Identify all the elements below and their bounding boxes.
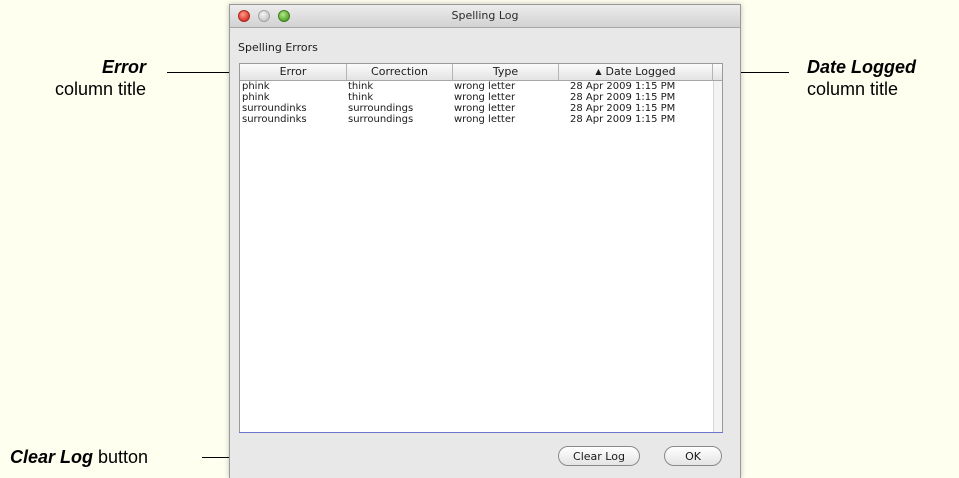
cell-type: wrong letter bbox=[454, 103, 516, 114]
table-row[interactable]: phink think wrong letter 28 Apr 2009 1:1… bbox=[240, 81, 722, 92]
sort-ascending-icon: ▲ bbox=[595, 67, 602, 76]
title-bar[interactable]: Spelling Log bbox=[230, 5, 740, 28]
cell-correction: surroundings bbox=[348, 114, 414, 125]
spelling-errors-table[interactable]: Error Correction Type ▲ Date Logged phink… bbox=[239, 63, 723, 433]
table-row[interactable]: surroundinks surroundings wrong letter 2… bbox=[240, 103, 722, 114]
column-header-date-logged-label: Date Logged bbox=[605, 65, 676, 78]
table-row[interactable]: surroundinks surroundings wrong letter 2… bbox=[240, 114, 722, 125]
cell-correction: think bbox=[348, 92, 374, 103]
table-header: Error Correction Type ▲ Date Logged bbox=[240, 64, 722, 81]
cell-correction: surroundings bbox=[348, 103, 414, 114]
cell-type: wrong letter bbox=[454, 81, 516, 92]
column-header-error[interactable]: Error bbox=[240, 64, 347, 80]
callout-error-title: Error bbox=[101, 57, 146, 77]
cell-correction: think bbox=[348, 81, 374, 92]
column-header-type[interactable]: Type bbox=[453, 64, 559, 80]
cell-date-logged: 28 Apr 2009 1:15 PM bbox=[570, 92, 676, 103]
column-header-correction[interactable]: Correction bbox=[347, 64, 453, 80]
callout-clear-log: Clear Log button bbox=[10, 446, 148, 468]
window-title: Spelling Log bbox=[451, 9, 519, 22]
cell-error: phink bbox=[242, 81, 270, 92]
cell-type: wrong letter bbox=[454, 114, 516, 125]
cell-error: surroundinks bbox=[242, 114, 307, 125]
spelling-log-window: Spelling Log Spelling Errors Error Corre… bbox=[229, 4, 741, 478]
callout-date-subtitle: column title bbox=[807, 79, 899, 99]
cell-date-logged: 28 Apr 2009 1:15 PM bbox=[570, 114, 676, 125]
column-header-date-logged[interactable]: ▲ Date Logged bbox=[559, 64, 713, 80]
callout-error-column: Error column title bbox=[24, 56, 146, 100]
callout-date-column: Date Logged column title bbox=[807, 56, 916, 100]
cell-error: surroundinks bbox=[242, 103, 307, 114]
callout-date-title: Date Logged bbox=[807, 57, 917, 77]
ok-button[interactable]: OK bbox=[664, 446, 722, 466]
spelling-errors-label: Spelling Errors bbox=[238, 41, 318, 54]
vertical-scrollbar[interactable] bbox=[713, 81, 722, 432]
callout-clear-title: Clear Log bbox=[10, 447, 94, 467]
table-body: phink think wrong letter 28 Apr 2009 1:1… bbox=[240, 81, 722, 125]
clear-log-button[interactable]: Clear Log bbox=[558, 446, 640, 466]
cell-type: wrong letter bbox=[454, 92, 516, 103]
callout-clear-subtitle: button bbox=[93, 447, 149, 467]
callout-error-subtitle: column title bbox=[54, 79, 146, 99]
cell-date-logged: 28 Apr 2009 1:15 PM bbox=[570, 81, 676, 92]
cell-error: phink bbox=[242, 92, 270, 103]
table-row[interactable]: phink think wrong letter 28 Apr 2009 1:1… bbox=[240, 92, 722, 103]
cell-date-logged: 28 Apr 2009 1:15 PM bbox=[570, 103, 676, 114]
table-focus-line bbox=[239, 432, 723, 433]
